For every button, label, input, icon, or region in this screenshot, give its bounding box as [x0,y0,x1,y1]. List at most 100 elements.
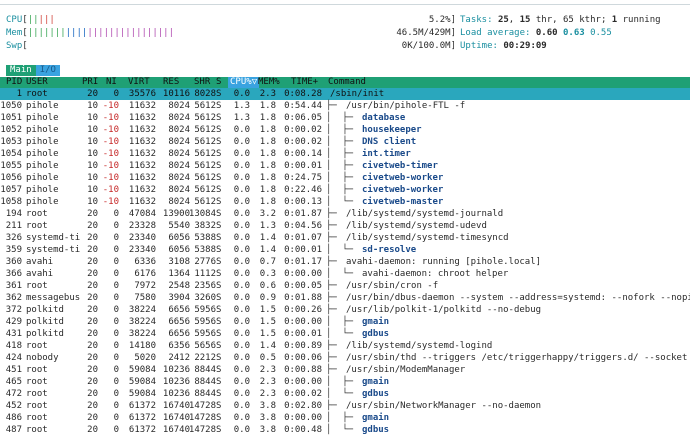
cell-pid: 1053 [0,137,22,147]
col-time[interactable]: TIME+ [291,77,318,88]
process-row[interactable]: 194 root 20 0 47084 13900 13084 S 0.0 3.2 0:01.87 ├… [0,208,690,220]
cell-mem: 3.8 [259,425,276,435]
tab-main[interactable]: Main [6,65,36,76]
process-row[interactable]: 452 root 20 0 61372 16740 14728 S 0.0 3.8 0:02.80 ├… [0,400,690,412]
cell-cpu: 0.0 [233,185,250,195]
process-row[interactable]: 366 avahi 20 0 6176 1364 1112 S 0.0 0.3 0:00.00 │ └… [0,268,690,280]
cell-shr: 8028 [194,89,216,99]
process-row[interactable]: 486 root 20 0 61372 16740 14728 S 0.0 3.8 0:00.00 │… [0,412,690,424]
cell-user: root [26,221,48,231]
process-row[interactable]: 1055 pihole 10 -10 11632 8024 5612 S 0.0 1.8 0:00.… [0,160,690,172]
process-row[interactable]: 1053 pihole 10 -10 11632 8024 5612 S 0.0 1.8 0:00.… [0,136,690,148]
process-row[interactable]: 418 root 20 0 14180 6356 5656 S 0.0 1.4 0:00.89 ├─ … [0,340,690,352]
cell-virt: 38224 [128,317,156,327]
process-row[interactable]: 1058 pihole 10 -10 11632 8024 5612 S 0.0 1.8 0:00.… [0,196,690,208]
cell-time: 0:01.87 [284,209,322,219]
cell-pid: 326 [5,233,22,243]
process-row[interactable]: 1050 pihole 10 -10 11632 8024 5612 S 1.3 1.8 0:54.… [0,100,690,112]
cell-ni: 0 [113,353,119,363]
cell-virt: 11632 [128,137,156,147]
cell-pri: 20 [87,257,98,267]
cell-s: S [216,173,222,183]
cell-virt: 6336 [134,257,156,267]
cell-time: 0:00.02 [284,125,322,135]
process-row[interactable]: 429 polkitd 20 0 38224 6656 5956 S 0.0 1.5 0:00.00… [0,316,690,328]
cell-user: polkitd [26,317,64,327]
process-row[interactable]: 1051 pihole 10 -10 11632 8024 5612 S 1.3 1.8 0:06.… [0,112,690,124]
cell-command: /usr/sbin/ModemManager [346,365,466,375]
cell-pid: 424 [5,353,22,363]
cell-pri: 10 [87,101,98,111]
process-row[interactable]: 465 root 20 0 59084 10236 8844 S 0.0 2.3 0:00.00 │ … [0,376,690,388]
col-pri[interactable]: PRI [82,77,98,88]
col-mem[interactable]: MEM% [258,77,280,88]
cell-time: 0:00.01 [284,161,322,171]
cell-pri: 20 [87,377,98,387]
col-virt[interactable]: VIRT [128,77,150,88]
cell-s: S [216,353,222,363]
cell-pid: 362 [5,293,22,303]
process-row[interactable]: 1 root 20 0 35576 10116 8028 S 0.0 2.3 0:08.28/sbi… [0,88,690,100]
process-row[interactable]: 451 root 20 0 59084 10236 8844 S 0.0 2.3 0:00.88 ├─… [0,364,690,376]
cell-pid: 1055 [0,161,22,171]
mem-meter: Mem[||||||||||||||||||||||||||| [6,28,175,38]
cell-s: S [216,365,222,375]
process-row[interactable]: 359 systemd-ti 20 0 23340 6056 5388 S 0.0 1.4 0:00… [0,244,690,256]
process-row[interactable]: 362 messagebus 20 0 7580 3904 3260 S 0.0 0.9 0:01.… [0,292,690,304]
cell-user: root [26,209,48,219]
cell-ni: -10 [102,149,119,159]
process-row[interactable]: 361 root 20 0 7972 2548 2356 S 0.0 0.6 0:00.05 ├─ /… [0,280,690,292]
cell-user: pihole [26,149,59,159]
col-ni[interactable]: NI [106,77,117,88]
cell-pri: 20 [87,353,98,363]
cell-pri: 20 [87,341,98,351]
process-row[interactable]: 487 root 20 0 61372 16740 14728 S 0.0 3.8 0:00.48 │… [0,424,690,436]
cell-user: pihole [26,197,59,207]
cell-cpu: 0.0 [233,125,250,135]
process-row[interactable]: 424 nobody 20 0 5020 2412 2212 S 0.0 0.5 0:00.06 ├─… [0,352,690,364]
process-row[interactable]: 372 polkitd 20 0 38224 6656 5956 S 0.0 1.5 0:00.26… [0,304,690,316]
process-row[interactable]: 326 systemd-ti 20 0 23340 6056 5388 S 0.0 1.4 0:01… [0,232,690,244]
process-row[interactable]: 1054 pihole 10 -10 11632 8024 5612 S 0.0 1.8 0:00.… [0,148,690,160]
cell-pid: 1 [16,89,22,99]
process-row[interactable]: 360 avahi 20 0 6336 3108 2776 S 0.0 0.7 0:01.17 ├─ … [0,256,690,268]
uptime: Uptime: 00:29:09 [460,41,547,51]
cell-pid: 487 [5,425,22,435]
cell-shr: 13084 [188,209,216,219]
col-shr[interactable]: SHR [194,77,210,88]
cell-s: S [216,269,222,279]
cell-user: pihole [26,125,59,135]
cell-time: 0:00.01 [284,245,322,255]
tree-branch: ├─ [326,281,343,291]
cell-mem: 2.3 [259,89,276,99]
cell-command: /lib/systemd/systemd-journald [346,209,504,219]
process-row[interactable]: 472 root 20 0 59084 10236 8844 S 0.0 2.3 0:00.02 │ … [0,388,690,400]
process-row[interactable]: 1056 pihole 10 -10 11632 8024 5612 S 0.0 1.8 0:24.… [0,172,690,184]
process-row[interactable]: 1052 pihole 10 -10 11632 8024 5612 S 0.0 1.8 0:00.… [0,124,690,136]
cell-time: 0:22.46 [284,185,322,195]
cell-command: /lib/systemd/systemd-udevd [346,221,487,231]
cell-shr: 5612 [194,137,216,147]
tree-branch: │ ├─ [326,185,359,195]
cell-pri: 20 [87,413,98,423]
cell-time: 0:24.75 [284,173,322,183]
cell-s: S [216,101,222,111]
col-res[interactable]: RES [163,77,179,88]
load-average: Load average: 0.60 0.63 0.55 [460,28,612,38]
cell-pri: 20 [87,281,98,291]
col-cpu-sorted[interactable]: CPU%▽ [228,77,260,88]
tab-io[interactable]: I/O [35,65,60,76]
col-state[interactable]: S [216,77,221,88]
process-row[interactable]: 211 root 20 0 23328 5540 3832 S 0.0 1.3 0:04.56 ├─ … [0,220,690,232]
cell-user: root [26,281,48,291]
process-row[interactable]: 431 polkitd 20 0 38224 6656 5956 S 0.0 1.5 0:00.01… [0,328,690,340]
cell-s: S [216,209,222,219]
cell-pri: 20 [87,233,98,243]
cell-shr: 5612 [194,101,216,111]
col-pid[interactable]: PID [6,77,22,88]
cell-virt: 11632 [128,173,156,183]
process-row[interactable]: 1057 pihole 10 -10 11632 8024 5612 S 0.0 1.8 0:22.… [0,184,690,196]
col-command[interactable]: Command [328,77,366,88]
cell-mem: 0.6 [259,281,276,291]
col-user[interactable]: USER [26,77,48,88]
